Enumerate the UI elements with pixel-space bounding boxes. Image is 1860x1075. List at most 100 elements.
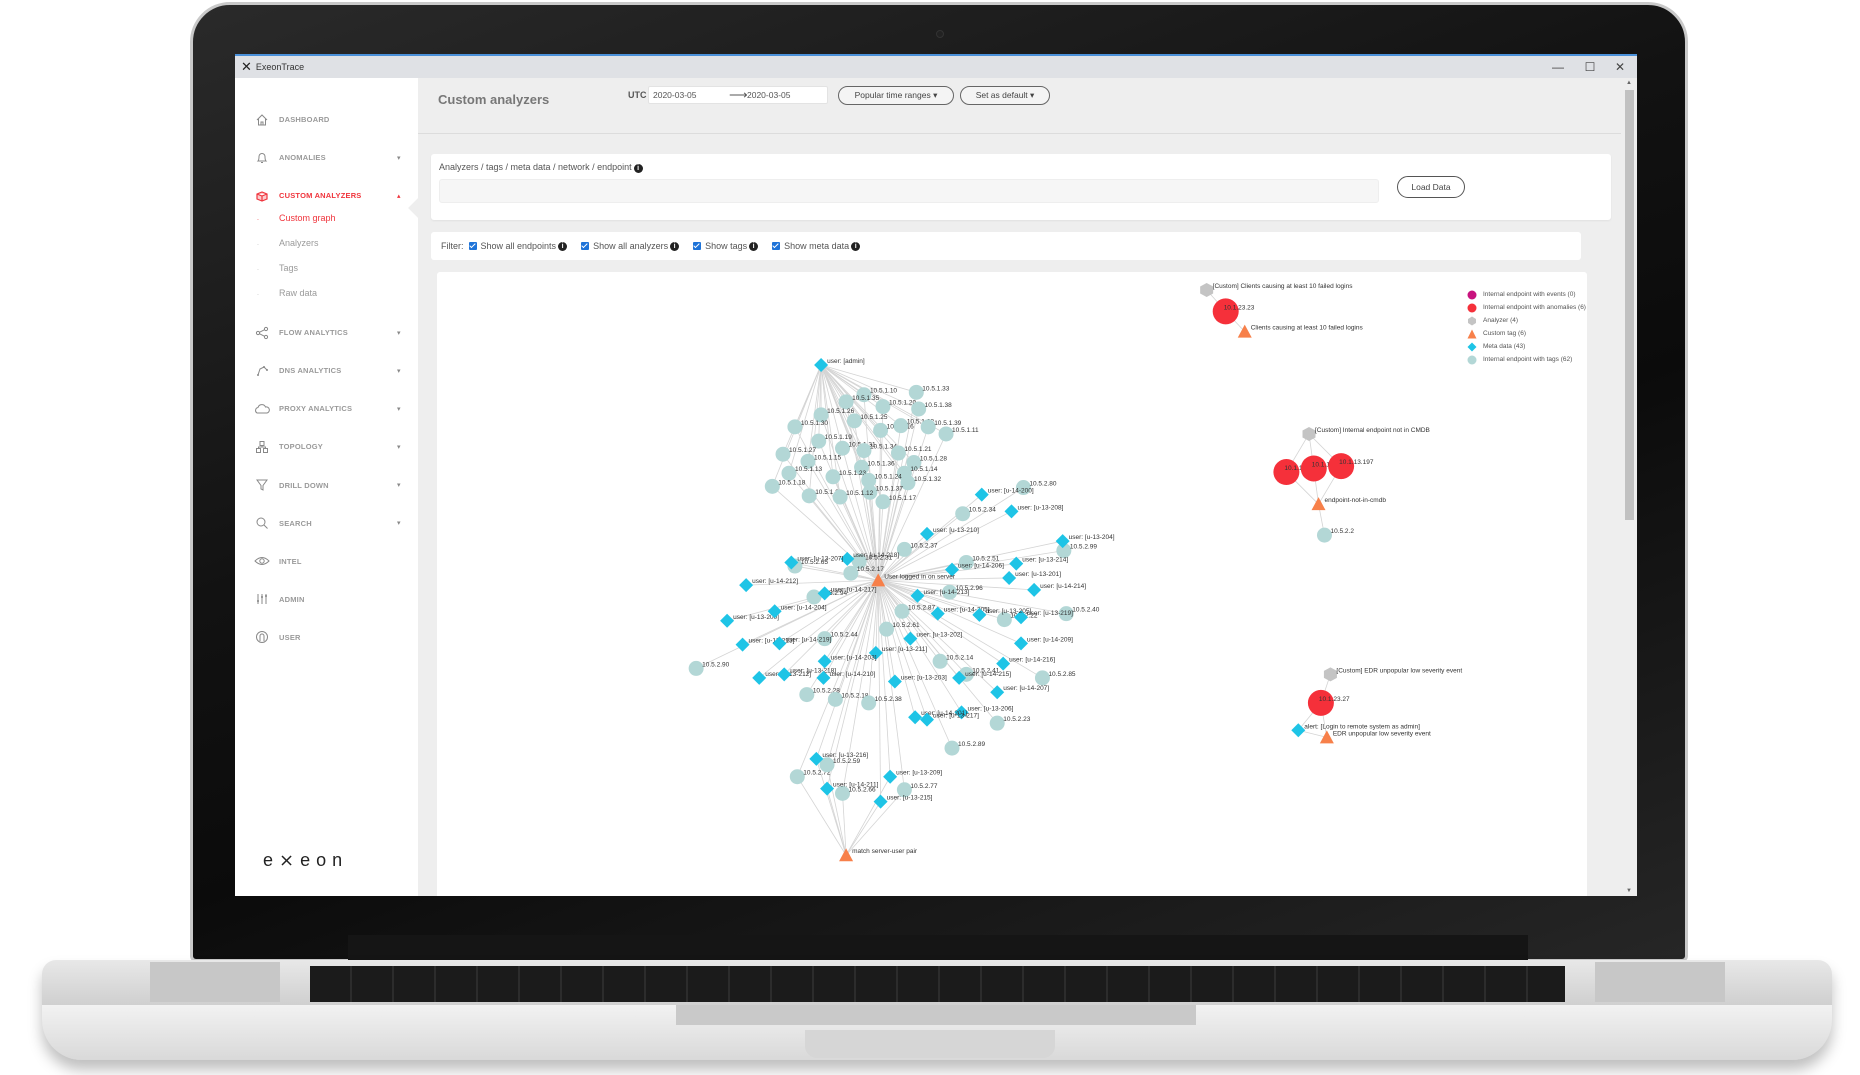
sidebar-subitem-tags[interactable]: . Tags bbox=[235, 259, 418, 277]
info-icon[interactable]: i bbox=[670, 241, 680, 251]
date-to[interactable]: 2020-03-05 bbox=[747, 90, 790, 100]
set-as-default-button[interactable]: Set as default ▾ bbox=[960, 86, 1050, 105]
graph-node-tagged-endpoint[interactable]: 10.5.2.38 bbox=[861, 695, 902, 711]
graph-node-tagged-endpoint[interactable]: 10.5.1.11 bbox=[938, 426, 980, 442]
graph-node-custom-tag[interactable]: EDR unpopular low severity event bbox=[1319, 730, 1431, 744]
graph-node-meta-data[interactable]: user: [u-13-210] bbox=[920, 526, 979, 541]
graph-node-label: user: [u-13-211] bbox=[882, 646, 928, 653]
graph-node-meta-data[interactable]: user: [u-14-219] bbox=[772, 636, 832, 651]
graph-node-tagged-endpoint[interactable]: 10.5.2.23 bbox=[989, 715, 1031, 731]
graph-node-analyzer[interactable]: [Custom] EDR unpopular low severity even… bbox=[1323, 667, 1462, 682]
sidebar-item-intel[interactable]: INTEL bbox=[235, 549, 418, 573]
sidebar-item-user[interactable]: USER bbox=[235, 625, 418, 649]
checkbox[interactable] bbox=[468, 242, 477, 250]
date-from[interactable]: 2020-03-05 bbox=[653, 90, 696, 100]
graph-node-meta-data[interactable]: user: [u-13-214] bbox=[1009, 556, 1068, 571]
graph-node-meta-data[interactable]: user: [u-14-216] bbox=[996, 656, 1055, 671]
graph-node-meta-data[interactable]: user: [u-13-200] bbox=[720, 613, 779, 628]
sidebar-item-proxy-analytics[interactable]: PROXY ANALYTICS ▾ bbox=[235, 397, 418, 421]
graph-node-meta-data[interactable]: user: [u-14-207] bbox=[990, 685, 1049, 700]
sidebar-subitem-custom-graph[interactable]: . Custom graph bbox=[235, 209, 418, 227]
graph-node-meta-data[interactable]: user: [u-14-213] bbox=[910, 588, 970, 603]
graph-node-tagged-endpoint[interactable]: 10.5.1.38 bbox=[911, 401, 952, 417]
graph-node-anomalies[interactable]: 10.1.23.23 bbox=[1212, 298, 1255, 325]
graph-node-meta-data[interactable]: user: [u-13-203] bbox=[887, 674, 947, 689]
graph-node-meta-data[interactable]: user: [u-13-217] bbox=[920, 712, 979, 727]
info-icon[interactable]: i bbox=[558, 241, 568, 251]
graph-node-anomalies[interactable]: 10.1.13.197 bbox=[1328, 453, 1374, 480]
sidebar-subitem-raw-data[interactable]: . Raw data bbox=[235, 284, 418, 302]
maximize-button[interactable]: ☐ bbox=[1575, 56, 1605, 78]
graph-node-meta-data[interactable]: user: [u-14-218] bbox=[840, 551, 899, 566]
info-icon[interactable]: i bbox=[749, 241, 759, 251]
sidebar-item-admin[interactable]: ADMIN bbox=[235, 587, 418, 611]
graph-node-tagged-endpoint[interactable]: 10.5.2.34 bbox=[955, 506, 996, 522]
date-range-input[interactable]: 2020-03-05 ⟶ 2020-03-05 bbox=[648, 86, 828, 104]
graph-node-meta-data[interactable]: user: [u-14-204] bbox=[767, 604, 827, 619]
graph-node-analyzer[interactable]: [Custom] Clients causing at least 10 fai… bbox=[1200, 282, 1353, 297]
graph-node-meta-data[interactable]: user: [u-14-212] bbox=[739, 578, 798, 593]
graph-node-custom-tag[interactable]: Clients causing at least 10 failed login… bbox=[1237, 324, 1364, 338]
query-input[interactable] bbox=[439, 179, 1379, 203]
graph-node-label: 10.5.1.38 bbox=[925, 402, 952, 409]
vertical-scrollbar[interactable]: ▲ ▼ bbox=[1623, 78, 1637, 896]
graph-node-analyzer[interactable]: [Custom] Internal endpoint not in CMDB bbox=[1302, 426, 1430, 441]
sidebar-subitem-analyzers[interactable]: . Analyzers bbox=[235, 234, 418, 252]
graph-node-tagged-endpoint[interactable]: 10.5.2.2 bbox=[1316, 527, 1354, 543]
graph-node-custom-tag[interactable]: endpoint-not-in-cmdb bbox=[1311, 497, 1387, 511]
checkbox[interactable] bbox=[693, 242, 702, 250]
graph-node-tagged-endpoint[interactable]: 10.5.1.33 bbox=[908, 384, 950, 400]
minimize-button[interactable]: — bbox=[1543, 56, 1573, 78]
graph-node-tagged-endpoint[interactable]: 10.5.2.90 bbox=[688, 660, 730, 676]
filter-show-tags[interactable]: Show tags i bbox=[693, 241, 759, 251]
graph-node-tagged-endpoint[interactable]: 10.5.2.89 bbox=[944, 740, 986, 756]
graph-node-meta-data[interactable]: user: [u-14-214] bbox=[1027, 582, 1086, 597]
sidebar-item-custom-analyzers[interactable]: CUSTOM ANALYZERS ▴ bbox=[235, 184, 418, 208]
graph-node-tagged-endpoint[interactable]: 10.5.2.37 bbox=[896, 541, 938, 557]
graph-node-tagged-endpoint[interactable]: 10.5.2.14 bbox=[932, 653, 974, 669]
graph-node-label: 10.5.1.23 bbox=[839, 470, 866, 477]
graph-node-tagged-endpoint[interactable]: 10.5.2.85 bbox=[1034, 670, 1076, 686]
graph-node-tagged-endpoint[interactable]: 10.5.2.61 bbox=[879, 621, 920, 637]
graph-node-meta-data[interactable]: user: [u-14-210] bbox=[816, 670, 876, 685]
graph-node-tagged-endpoint[interactable]: 10.5.2.59 bbox=[819, 757, 861, 773]
filter-show-meta-data[interactable]: Show meta data i bbox=[772, 241, 861, 251]
scroll-thumb[interactable] bbox=[1625, 90, 1634, 520]
graph-panel[interactable]: 10.5.1.10 10.5.1.33 10.5.1.35 10.5.1.20 10.5… bbox=[437, 272, 1587, 896]
filter-show-all-analyzers[interactable]: Show all analyzers i bbox=[581, 241, 680, 251]
checkbox[interactable] bbox=[581, 242, 590, 250]
sidebar-item-search[interactable]: SEARCH ▾ bbox=[235, 511, 418, 535]
graph-node-tagged-endpoint[interactable]: 10.5.1.12 bbox=[832, 489, 874, 505]
graph-node-meta-data[interactable]: user: [u-13-215] bbox=[873, 794, 933, 809]
graph-node-meta-data[interactable]: user: [u-14-209] bbox=[1014, 636, 1073, 651]
network-graph[interactable]: 10.5.1.10 10.5.1.3310.5.1.3510.5.1.20 10.5… bbox=[437, 272, 1587, 896]
graph-node-meta-data[interactable]: user: [u-13-208] bbox=[1004, 504, 1064, 519]
checkbox[interactable] bbox=[772, 242, 781, 250]
load-data-button[interactable]: Load Data bbox=[1397, 176, 1465, 198]
graph-node-tagged-endpoint[interactable]: 10.5.2.87 bbox=[894, 603, 936, 619]
graph-node-meta-data[interactable]: user: [u-14-215] bbox=[952, 670, 1011, 685]
graph-node-meta-data[interactable]: user: [u-13-209] bbox=[883, 769, 942, 784]
graph-node-anomalies[interactable]: 10.1.23.27 bbox=[1307, 689, 1350, 716]
sidebar-item-drill-down[interactable]: DRILL DOWN ▾ bbox=[235, 473, 418, 497]
graph-node-tagged-endpoint[interactable]: 10.5.1.20 bbox=[875, 399, 916, 415]
page-title: Custom analyzers bbox=[438, 92, 550, 107]
sidebar-item-topology[interactable]: TOPOLOGY ▾ bbox=[235, 435, 418, 459]
scroll-up-icon[interactable]: ▲ bbox=[1626, 80, 1632, 86]
sidebar-item-anomalies[interactable]: ANOMALIES ▾ bbox=[235, 146, 418, 170]
sidebar-item-label: SEARCH bbox=[279, 518, 312, 528]
info-icon[interactable]: i bbox=[633, 164, 643, 173]
popular-time-ranges-button[interactable]: Popular time ranges ▾ bbox=[838, 86, 954, 105]
sidebar-item-dns-analytics[interactable]: DNS ANALYTICS ▾ bbox=[235, 359, 418, 383]
graph-node-meta-data[interactable]: user: [u-13-202] bbox=[903, 631, 962, 646]
graph-node-tagged-endpoint[interactable]: 10.5.1.18 bbox=[764, 478, 806, 494]
info-icon[interactable]: i bbox=[851, 241, 861, 251]
graph-node-tagged-endpoint[interactable]: 10.5.1.30 bbox=[787, 419, 828, 435]
scroll-down-icon[interactable]: ▼ bbox=[1626, 888, 1632, 894]
sidebar-item-flow-analytics[interactable]: FLOW ANALYTICS ▾ bbox=[235, 321, 418, 345]
sidebar-item-dashboard[interactable]: DASHBOARD bbox=[235, 108, 418, 132]
filter-show-all-endpoints[interactable]: Show all endpoints i bbox=[468, 241, 568, 251]
graph-node-meta-data[interactable]: user: [u-13-211] bbox=[868, 645, 928, 660]
close-button[interactable]: ✕ bbox=[1605, 56, 1635, 78]
graph-node-label: user: [u-13-203] bbox=[901, 674, 947, 681]
